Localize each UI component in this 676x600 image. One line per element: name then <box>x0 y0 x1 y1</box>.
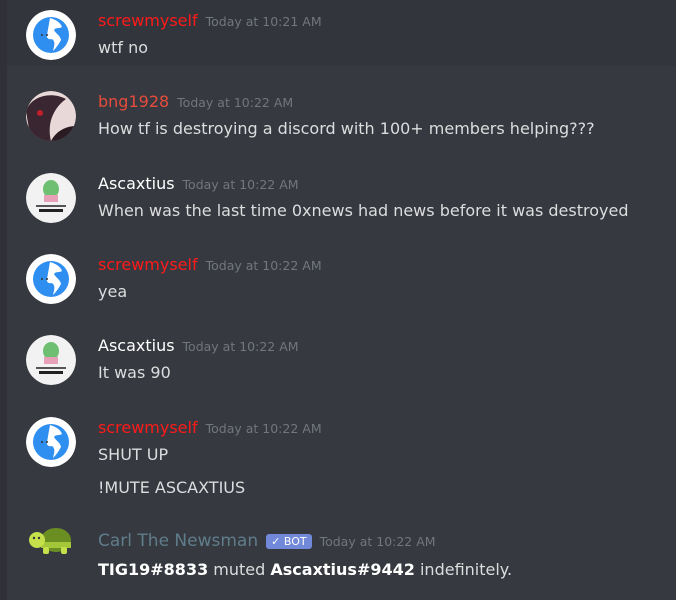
globe-avatar[interactable] <box>26 10 76 60</box>
timestamp: Today at 10:21 AM <box>205 14 322 29</box>
moderator-tag: TIG19#8833 <box>98 560 209 579</box>
message-content: SHUT UP <box>98 445 169 464</box>
bot-badge: ✓ BOT <box>266 533 312 549</box>
action-text: muted <box>213 560 266 579</box>
author-name[interactable]: screwmyself <box>98 255 198 274</box>
message-content: TIG19#8833 muted Ascaxtius#9442 indefini… <box>98 560 512 579</box>
timestamp: Today at 10:22 AM <box>177 95 294 110</box>
message-content: wtf no <box>98 38 149 57</box>
message-content: When was the last time 0xnews had news b… <box>98 201 629 220</box>
globe-avatar[interactable] <box>26 417 76 467</box>
author-name[interactable]: Ascaxtius <box>98 336 175 355</box>
message-content: yea <box>98 282 128 301</box>
timestamp: Today at 10:22 AM <box>182 177 299 192</box>
message-content: It was 90 <box>98 363 171 382</box>
message-content: !MUTE ASCAXTIUS <box>98 478 246 497</box>
target-tag: Ascaxtius#9442 <box>270 560 415 579</box>
author-name[interactable]: bng1928 <box>98 92 169 111</box>
anime-avatar[interactable] <box>26 91 76 141</box>
cactus-avatar[interactable] <box>26 173 76 223</box>
timestamp: Today at 10:22 AM <box>182 339 299 354</box>
author-name[interactable]: screwmyself <box>98 11 198 30</box>
cactus-avatar[interactable] <box>26 335 76 385</box>
timestamp: Today at 10:22 AM <box>205 421 322 436</box>
message-content: How tf is destroying a discord with 100+… <box>98 119 595 138</box>
globe-avatar[interactable] <box>26 254 76 304</box>
author-name[interactable]: Ascaxtius <box>98 174 175 193</box>
left-scroll-edge <box>0 0 7 600</box>
author-name[interactable]: Carl The Newsman <box>98 531 258 551</box>
turtle-avatar[interactable] <box>26 518 76 568</box>
author-name[interactable]: screwmyself <box>98 418 198 437</box>
suffix-text: indefinitely. <box>419 560 513 579</box>
timestamp: Today at 10:22 AM <box>319 534 436 549</box>
timestamp: Today at 10:22 AM <box>205 258 322 273</box>
